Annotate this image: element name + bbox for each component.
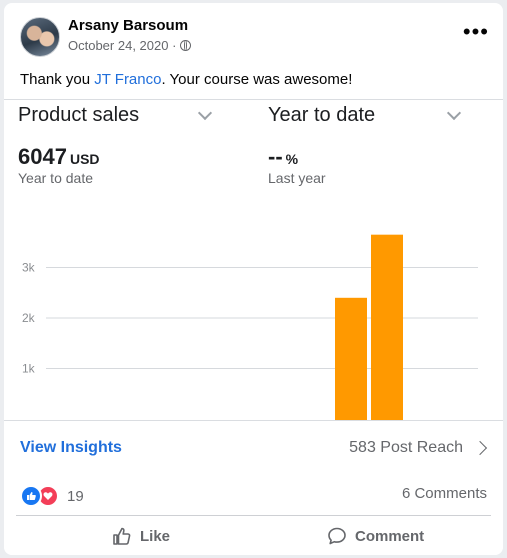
post-image[interactable]: Product sales Year to date 6047 USD Year … [4,99,503,421]
sales-bar-chart: 3k 2k 1k [22,234,478,421]
post-date[interactable]: October 24, 2020 · [68,38,176,53]
comment-bubble-icon [328,527,346,545]
view-insights-link[interactable]: View Insights [20,439,122,457]
post-message: Thank you JT Franco. Your course was awe… [20,71,352,88]
like-button[interactable]: Like [112,526,170,546]
post-reach-label: 583 Post Reach [349,439,463,456]
reactions-summary[interactable]: 19 [20,485,84,507]
y-tick-label: 1k [22,362,36,376]
like-label: Like [140,527,171,545]
comment-label: Comment [355,527,425,545]
y-tick-label: 2k [22,311,36,325]
action-bar: Like Comment [16,515,491,555]
reaction-count: 19 [67,487,84,505]
y-tick-label: 3k [22,261,36,275]
mention-link[interactable]: JT Franco [94,71,161,88]
author-name[interactable]: Arsany Barsoum [68,17,188,34]
post-reach[interactable]: 583 Post Reach [349,439,488,457]
sales-bar [335,297,367,421]
comments-count[interactable]: 6 Comments [402,485,487,502]
message-prefix: Thank you [20,71,95,88]
author-avatar[interactable] [20,17,60,57]
post-footer: View Insights 583 Post Reach 19 6 Commen… [4,420,503,555]
post-meta: October 24, 2020 · [68,38,192,53]
sales-bar [371,234,403,421]
message-suffix: . Your course was awesome! [161,71,353,88]
post-card: Arsany Barsoum October 24, 2020 · ••• Th… [4,3,503,555]
more-options-icon[interactable]: ••• [463,21,489,43]
thumbs-up-icon [113,527,131,545]
globe-icon [180,40,192,51]
comment-button[interactable]: Comment [327,526,424,546]
chevron-right-icon [472,440,488,456]
like-reaction-icon [20,485,42,507]
